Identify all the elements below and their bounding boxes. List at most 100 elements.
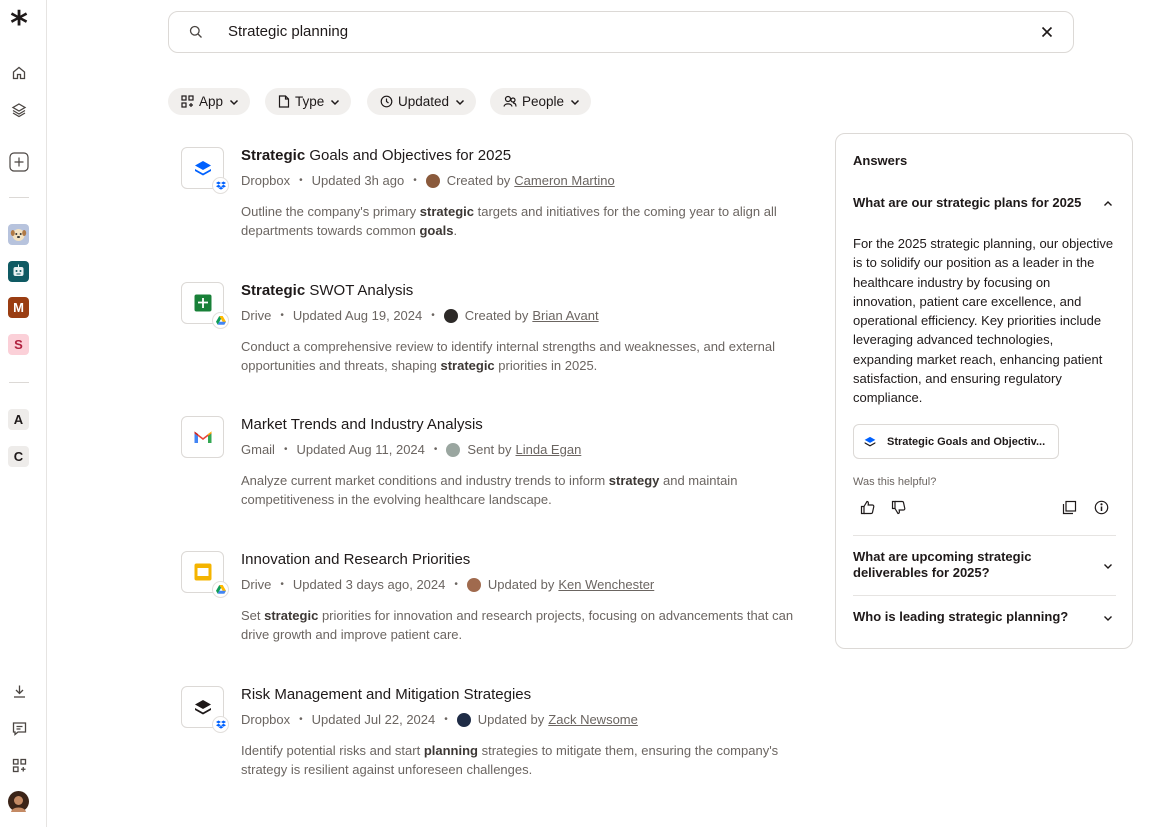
answer-question-3[interactable]: Who is leading strategic planning? [853, 609, 1068, 625]
result-title[interactable]: Risk Management and Mitigation Strategie… [241, 686, 531, 703]
gmail-icon [181, 416, 224, 458]
result-description: Outline the company's primary strategic … [241, 204, 777, 239]
user-avatar[interactable] [8, 791, 29, 812]
result-source: Drive [241, 308, 272, 323]
filter-updated[interactable]: Updated [367, 88, 477, 115]
info-icon[interactable] [1092, 498, 1110, 516]
download-icon[interactable] [8, 680, 30, 702]
copy-icon[interactable] [1060, 498, 1078, 516]
result-item[interactable]: Strategic SWOT Analysis Drive • Updated … [181, 282, 801, 392]
answer-source-chip[interactable]: Strategic Goals and Objectiv... [853, 424, 1059, 459]
search-icon [189, 25, 203, 44]
result-action: Created by [464, 308, 529, 323]
answer-source-label: Strategic Goals and Objectiv... [887, 435, 1046, 448]
robot-avatar-icon[interactable] [8, 261, 29, 282]
sidebar-divider [9, 197, 29, 198]
workspace-s[interactable]: S [8, 334, 29, 355]
result-title[interactable]: Innovation and Research Priorities [241, 551, 470, 568]
result-description: Analyze current market conditions and in… [241, 473, 738, 508]
answer-question-2[interactable]: What are upcoming strategic deliverables… [853, 549, 1053, 581]
document-icon [278, 95, 290, 108]
result-item[interactable]: Innovation and Research Priorities Drive… [181, 551, 801, 661]
result-updated: Updated 3 days ago, 2024 [292, 577, 446, 592]
chevron-down-icon[interactable] [1102, 611, 1114, 629]
result-updated: Updated Aug 11, 2024 [296, 442, 425, 457]
apps-icon [181, 95, 194, 108]
result-action: Created by [446, 173, 511, 188]
sidebar-divider [9, 382, 29, 383]
result-updated: Updated 3h ago [311, 173, 405, 188]
workspace-m[interactable]: M [8, 297, 29, 318]
person-link[interactable]: Zack Newsome [548, 712, 638, 727]
result-source: Dropbox [241, 173, 291, 188]
result-updated: Updated Jul 22, 2024 [311, 712, 436, 727]
workspace-c[interactable]: C [8, 446, 29, 467]
result-meta: Drive • Updated Aug 19, 2024 • Created b… [241, 308, 599, 323]
dog-avatar-icon[interactable] [8, 224, 29, 245]
person-link[interactable]: Ken Wenchester [558, 577, 654, 592]
answers-title: Answers [853, 153, 908, 168]
result-item[interactable]: Market Trends and Industry Analysis Gmai… [181, 416, 801, 526]
home-icon[interactable] [8, 62, 30, 84]
answers-panel: Answers What are our strategic plans for… [835, 133, 1133, 649]
separator-dot: • [299, 175, 303, 186]
answers-divider [853, 595, 1116, 596]
result-description: Identify potential risks and start plann… [241, 743, 779, 778]
filter-type[interactable]: Type [265, 88, 352, 115]
result-action: Updated by [477, 712, 545, 727]
drive-badge-icon [212, 312, 229, 329]
filter-people[interactable]: People [490, 88, 592, 115]
result-source: Gmail [241, 442, 275, 457]
filter-updated-label: Updated [398, 94, 450, 109]
separator-dot: • [431, 310, 435, 321]
result-title[interactable]: Strategic SWOT Analysis [241, 282, 413, 299]
result-source: Dropbox [241, 712, 291, 727]
chevron-down-icon [230, 99, 239, 105]
chevron-down-icon [331, 99, 340, 105]
result-meta: Gmail • Updated Aug 11, 2024 • Sent by L… [241, 442, 581, 457]
person-avatar [466, 577, 481, 592]
person-link[interactable]: Linda Egan [516, 442, 582, 457]
workspace-a[interactable]: A [8, 409, 29, 430]
app-logo[interactable]: * [7, 7, 31, 41]
filter-people-label: People [522, 94, 565, 109]
separator-dot: • [283, 444, 288, 455]
separator-dot: • [433, 444, 438, 455]
chevron-up-icon[interactable] [1102, 197, 1114, 215]
result-updated: Updated Aug 19, 2024 [292, 308, 423, 323]
answers-divider [853, 535, 1116, 536]
result-action: Updated by [487, 577, 555, 592]
chevron-down-icon[interactable] [1102, 559, 1114, 577]
separator-dot: • [280, 579, 284, 590]
filter-type-label: Type [295, 94, 325, 109]
layers-icon[interactable] [8, 99, 30, 121]
separator-dot: • [454, 579, 458, 590]
result-item[interactable]: Strategic Goals and Objectives for 2025 … [181, 147, 801, 257]
filter-app[interactable]: App [168, 88, 251, 115]
thumbs-up-icon[interactable] [858, 498, 876, 516]
apps-icon[interactable] [8, 754, 30, 776]
result-description: Conduct a comprehensive review to identi… [241, 339, 776, 374]
answer-question-1[interactable]: What are our strategic plans for 2025 [853, 195, 1081, 211]
result-title[interactable]: Market Trends and Industry Analysis [241, 416, 483, 433]
person-avatar [446, 442, 461, 457]
chat-icon[interactable] [8, 717, 30, 739]
answer-text: For the 2025 strategic planning, our obj… [853, 236, 1114, 406]
result-action: Sent by [467, 442, 512, 457]
person-link[interactable]: Brian Avant [532, 308, 598, 323]
thumbs-down-icon[interactable] [889, 498, 907, 516]
search-bar[interactable]: Strategic planning [168, 11, 1074, 53]
person-link[interactable]: Cameron Martino [514, 173, 614, 188]
sidebar: * M S A C [0, 0, 47, 827]
close-icon[interactable] [1039, 24, 1055, 45]
result-item[interactable]: Risk Management and Mitigation Strategie… [181, 686, 801, 796]
separator-dot: • [280, 310, 284, 321]
separator-dot: • [413, 175, 417, 186]
result-title[interactable]: Strategic Goals and Objectives for 2025 [241, 147, 511, 164]
search-input[interactable]: Strategic planning [228, 23, 348, 40]
result-meta: Dropbox • Updated 3h ago • Created by Ca… [241, 173, 615, 188]
people-icon [503, 95, 517, 107]
add-icon[interactable] [8, 151, 30, 173]
dropbox-icon [864, 436, 876, 447]
dropbox-badge-icon [212, 177, 229, 194]
